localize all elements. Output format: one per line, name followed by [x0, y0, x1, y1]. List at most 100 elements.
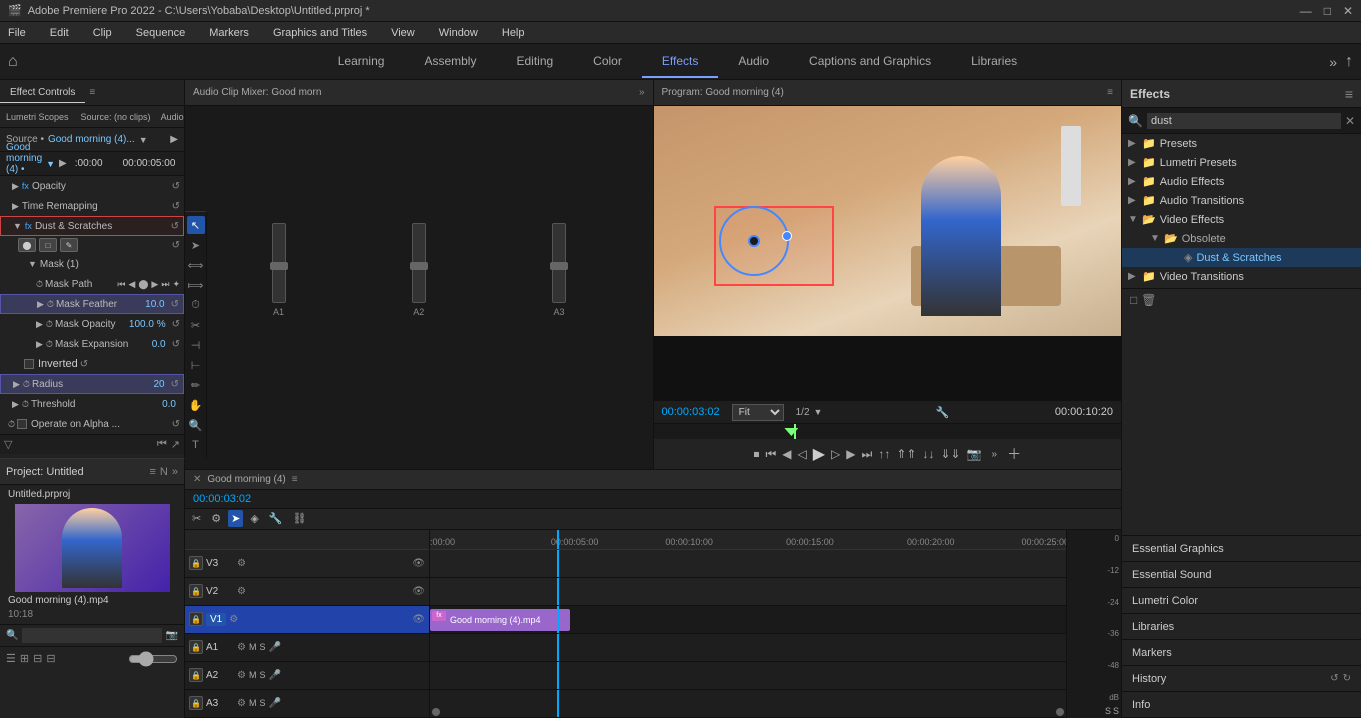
- home-icon[interactable]: ⌂: [8, 53, 18, 70]
- tree-item-video-effects[interactable]: ▼ 📂 Video Effects: [1122, 210, 1361, 229]
- tab-editing[interactable]: Editing: [496, 46, 573, 78]
- project-search-input[interactable]: [22, 628, 161, 643]
- operate-checkbox[interactable]: [17, 419, 27, 429]
- lumetri-color-item[interactable]: Lumetri Color: [1122, 588, 1361, 614]
- tl-scroll-right[interactable]: [1056, 708, 1064, 716]
- opacity-reset[interactable]: ↺: [172, 181, 180, 192]
- mask-feather-reset[interactable]: ↺: [171, 299, 179, 310]
- prog-step-back[interactable]: ⏮: [765, 447, 776, 462]
- mask-path-feather-icon[interactable]: ✦: [172, 279, 180, 290]
- track-a3-mic[interactable]: 🎤: [268, 698, 280, 709]
- history-undo-icon[interactable]: ↺: [1330, 673, 1338, 684]
- threshold-clock[interactable]: ⏱: [22, 399, 29, 410]
- project-freeform[interactable]: ⊟: [33, 652, 42, 665]
- tl-tool-track-select[interactable]: ➤: [228, 510, 243, 527]
- mask-feather-chevron[interactable]: ▶: [37, 299, 44, 310]
- inverted-reset[interactable]: ↺: [80, 359, 88, 370]
- tool-rate-stretch[interactable]: ⏱: [187, 296, 205, 314]
- tl-play-button[interactable]: ▶: [59, 158, 67, 169]
- dust-pen-icon[interactable]: ✎: [60, 238, 78, 252]
- prog-prev-frame[interactable]: ◀: [782, 447, 791, 461]
- tab-captions-graphics[interactable]: Captions and Graphics: [789, 46, 951, 78]
- title-bar-controls[interactable]: — □ ✕: [1300, 4, 1353, 18]
- mask-opacity-reset[interactable]: ↺: [172, 319, 180, 330]
- dust-rect-icon[interactable]: □: [39, 238, 57, 252]
- fader-track-2[interactable]: [412, 223, 426, 303]
- track-a1-mute[interactable]: M: [249, 642, 257, 652]
- tool-type[interactable]: T: [187, 436, 205, 454]
- menu-clip[interactable]: Clip: [89, 25, 116, 41]
- mask-expansion-clock[interactable]: ⏱: [46, 339, 53, 350]
- source-monitor-more[interactable]: »: [639, 87, 645, 98]
- tool-hand[interactable]: ✋: [187, 396, 205, 414]
- prog-play[interactable]: ▶: [813, 444, 825, 464]
- radius-reset[interactable]: ↺: [171, 379, 179, 390]
- nav-more-button[interactable]: »: [1329, 54, 1337, 70]
- tl-tool-link[interactable]: ⛓: [289, 510, 309, 527]
- tab-libraries[interactable]: Libraries: [951, 46, 1037, 78]
- tree-item-video-transitions[interactable]: ▶ 📁 Video Transitions: [1122, 267, 1361, 286]
- mask-opacity-clock[interactable]: ⏱: [46, 319, 53, 330]
- menu-help[interactable]: Help: [498, 25, 529, 41]
- track-v3-eye[interactable]: 👁: [412, 558, 425, 569]
- menu-graphics-titles[interactable]: Graphics and Titles: [269, 25, 371, 41]
- wrench-icon[interactable]: 🔧: [936, 406, 950, 419]
- dust-ellipse-icon[interactable]: ⬤: [18, 238, 36, 252]
- fx-prev-keyframe[interactable]: ⏮: [157, 438, 167, 451]
- time-remap-chevron[interactable]: ▶: [12, 201, 19, 212]
- tree-item-presets[interactable]: ▶ 📁 Presets: [1122, 134, 1361, 153]
- search-clear-button[interactable]: ✕: [1345, 114, 1355, 128]
- playhead-marker[interactable]: [784, 428, 798, 436]
- track-a3-settings[interactable]: ⚙: [237, 698, 246, 709]
- mask-expansion-value[interactable]: 0.0: [152, 339, 166, 350]
- tab-effect-controls[interactable]: Effect Controls: [0, 83, 85, 103]
- effects-hamburger[interactable]: ≡: [1345, 86, 1353, 102]
- track-a2-settings[interactable]: ⚙: [237, 670, 246, 681]
- tool-roll[interactable]: ⟾: [187, 276, 205, 294]
- prog-mark-in[interactable]: ◁: [798, 447, 807, 461]
- track-a3-lock[interactable]: 🔒: [189, 696, 203, 710]
- tree-item-audio-transitions[interactable]: ▶ 📁 Audio Transitions: [1122, 191, 1361, 210]
- tab-learning[interactable]: Learning: [318, 46, 405, 78]
- tool-track-select[interactable]: ➤: [187, 236, 205, 254]
- track-a3-mute[interactable]: M: [249, 698, 257, 708]
- threshold-value[interactable]: 0.0: [162, 399, 176, 410]
- ratio-dropdown[interactable]: ▼: [814, 407, 823, 417]
- markers-item[interactable]: Markers: [1122, 640, 1361, 666]
- fader-thumb-1[interactable]: [270, 262, 288, 270]
- prog-step-forward[interactable]: ⏭: [862, 447, 873, 462]
- tool-select[interactable]: ↖: [187, 216, 205, 234]
- home-nav[interactable]: ⌂: [0, 53, 26, 71]
- info-item[interactable]: Info: [1122, 692, 1361, 718]
- dust-reset[interactable]: ↺: [171, 221, 179, 232]
- mask-feather-value[interactable]: 10.0: [145, 299, 164, 310]
- program-scrubber[interactable]: [654, 423, 1122, 439]
- track-a2-mute[interactable]: M: [249, 670, 257, 680]
- mask-path-next[interactable]: ▶: [151, 279, 158, 290]
- tl-tool-ripple[interactable]: ⚙: [208, 510, 224, 527]
- history-item[interactable]: History ↺ ↻: [1122, 666, 1361, 692]
- timeline-timecode[interactable]: 00:00:03:02: [193, 493, 251, 505]
- tool-ripple[interactable]: ⟺: [187, 256, 205, 274]
- radius-clock[interactable]: ⏱: [23, 379, 30, 390]
- threshold-chevron[interactable]: ▶: [12, 399, 19, 410]
- tl-tool-add-edit[interactable]: ✂: [189, 510, 204, 527]
- operate-clock[interactable]: ⏱: [8, 419, 15, 430]
- essential-sound-item[interactable]: Essential Sound: [1122, 562, 1361, 588]
- track-a1-mic[interactable]: 🎤: [268, 642, 280, 653]
- track-v1-settings[interactable]: ⚙: [229, 614, 238, 625]
- dust-chevron[interactable]: ▼: [13, 221, 22, 231]
- prog-mark-out[interactable]: ▷: [831, 447, 840, 461]
- prog-insert[interactable]: ↓↓: [922, 447, 934, 461]
- track-a1-solo[interactable]: S: [259, 642, 265, 652]
- tool-razor[interactable]: ✂: [187, 316, 205, 334]
- prog-export-frame[interactable]: 📷: [967, 447, 982, 461]
- project-expand[interactable]: »: [172, 466, 178, 478]
- prog-extract[interactable]: ⇑⇑: [896, 447, 916, 461]
- source-dropdown-icon[interactable]: ▼: [139, 135, 148, 145]
- mask-opacity-chevron[interactable]: ▶: [36, 319, 43, 330]
- inverted-checkbox[interactable]: [24, 359, 34, 369]
- maximize-button[interactable]: □: [1324, 4, 1331, 18]
- mask-path-first[interactable]: ⏮: [117, 279, 125, 290]
- tab-lumetri-scopes[interactable]: Lumetri Scopes: [0, 110, 75, 124]
